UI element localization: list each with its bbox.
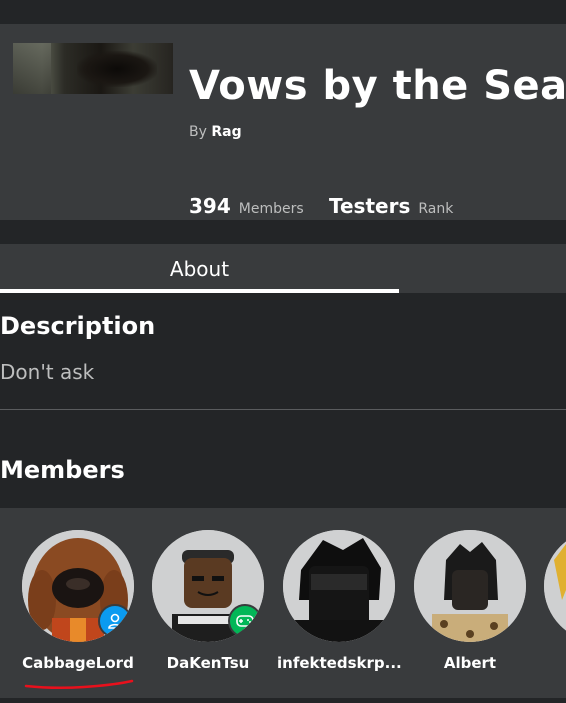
- members-carousel: CabbageLord DaKenTsu infektedskrp... Alb…: [0, 508, 566, 698]
- member-card[interactable]: DaKenTsu: [146, 530, 270, 672]
- members-stat: 394 Members: [189, 194, 304, 218]
- group-emblem-image: [13, 43, 173, 94]
- avatar: [152, 530, 264, 642]
- description-text: Don't ask: [0, 360, 95, 384]
- active-tab-indicator: [0, 289, 399, 293]
- online-game-badge: [228, 604, 262, 638]
- group-header: Vows by the Sea By Rag 394 Members Teste…: [0, 24, 566, 220]
- section-divider: [0, 409, 566, 410]
- members-heading: Members: [0, 456, 125, 484]
- rank-stat: Testers Rank: [329, 194, 453, 218]
- member-name: Albert: [443, 654, 497, 672]
- gamepad-icon: [236, 615, 254, 627]
- rank-value: Testers: [329, 194, 411, 218]
- members-label: Members: [238, 201, 304, 217]
- member-name: CabbageLord: [22, 654, 134, 672]
- by-label: By: [189, 124, 207, 140]
- members-count: 394: [189, 194, 231, 218]
- description-heading: Description: [0, 312, 156, 340]
- member-name: DaKenTsu: [166, 654, 250, 672]
- tab-about-label: About: [169, 256, 230, 281]
- avatar: [544, 530, 566, 642]
- avatar: [22, 530, 134, 642]
- tab-about[interactable]: About: [0, 244, 399, 293]
- red-annotation-underline: [24, 679, 134, 690]
- member-name: infektedskrp...: [277, 654, 402, 672]
- avatar: [283, 530, 395, 642]
- group-title: Vows by the Sea: [189, 63, 566, 109]
- user-badge: [98, 604, 132, 638]
- rank-label: Rank: [418, 201, 454, 217]
- member-card[interactable]: CabbageLord: [16, 530, 140, 672]
- owner-link[interactable]: Rag: [211, 124, 241, 140]
- avatar: [414, 530, 526, 642]
- tab-bar: About: [0, 244, 566, 293]
- group-byline: By Rag: [189, 124, 242, 140]
- member-card[interactable]: [538, 530, 566, 642]
- member-card[interactable]: Albert: [408, 530, 532, 672]
- member-card[interactable]: infektedskrp...: [277, 530, 402, 672]
- user-icon: [108, 613, 122, 629]
